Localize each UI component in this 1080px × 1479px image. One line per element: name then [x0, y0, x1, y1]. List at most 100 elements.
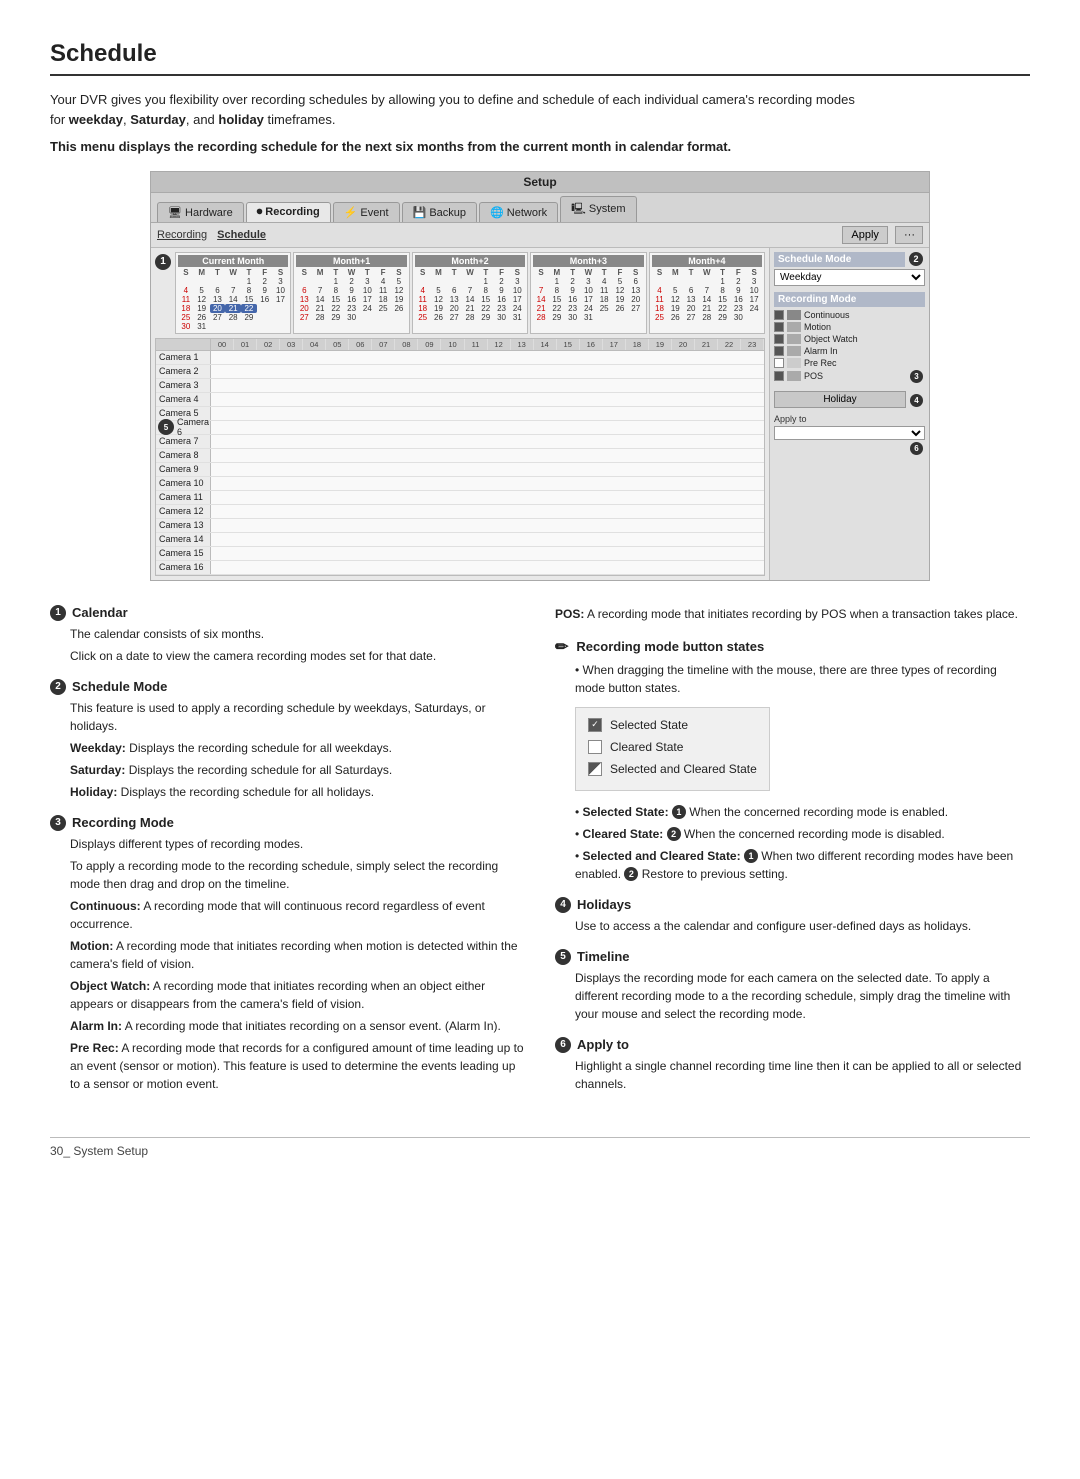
rec-mode-object-watch: Object Watch: [774, 334, 925, 344]
rec-checkbox-pos[interactable]: [774, 371, 784, 381]
timeline-bar-1[interactable]: [211, 351, 764, 364]
state-row-cleared: Cleared State: [588, 738, 757, 756]
camera-row-13[interactable]: Camera 13: [156, 519, 764, 533]
camera-row-6[interactable]: 5 Camera 6: [156, 421, 764, 435]
sub-link-recording[interactable]: Recording: [157, 229, 207, 241]
section-holidays: 4 Holidays Use to access a the calendar …: [555, 897, 1030, 935]
badge-recording-mode: 3: [50, 815, 66, 831]
camera-label-3: Camera 3: [156, 379, 211, 392]
timeline-bar-7[interactable]: [211, 435, 764, 448]
setup-sub-bar: Recording Schedule Apply ···: [151, 223, 929, 248]
section-title-recording-mode: Recording Mode: [72, 815, 174, 830]
inline-badge-2: 2: [667, 827, 681, 841]
inline-badge-4: 2: [624, 867, 638, 881]
badge-schedule-mode: 2: [50, 679, 66, 695]
mini-cal-3[interactable]: Month+2 SMTWTFS 123 45678910 11121314151…: [412, 252, 528, 334]
hour-08: 08: [395, 339, 418, 350]
inline-badge-1: 1: [672, 805, 686, 819]
timeline-bar-3[interactable]: [211, 379, 764, 392]
tab-recording[interactable]: ⏺ Recording: [246, 202, 331, 222]
camera-row-5[interactable]: Camera 5: [156, 407, 764, 421]
camera-label-10: Camera 10: [156, 477, 211, 490]
tab-system[interactable]: 🖳 System: [560, 196, 636, 222]
timeline-bar-16[interactable]: [211, 561, 764, 574]
rec-checkbox-alarm-in[interactable]: [774, 346, 784, 356]
rec-checkbox-continuous[interactable]: [774, 310, 784, 320]
tab-backup[interactable]: 💾 Backup: [402, 202, 477, 222]
timeline-bar-2[interactable]: [211, 365, 764, 378]
tab-hardware[interactable]: 🖥 Hardware: [157, 202, 244, 222]
hour-00: 00: [211, 339, 234, 350]
holiday-button[interactable]: Holiday: [774, 391, 906, 408]
rec-label-object-watch: Object Watch: [804, 334, 858, 344]
apply-button[interactable]: Apply: [842, 226, 888, 244]
tab-network[interactable]: 🌐 Network: [479, 202, 558, 222]
hour-10: 10: [441, 339, 464, 350]
section-heading-timeline: 5 Timeline: [555, 949, 1030, 965]
camera-row-8[interactable]: Camera 8: [156, 449, 764, 463]
timeline-bar-14[interactable]: [211, 533, 764, 546]
hour-02: 02: [257, 339, 280, 350]
mini-cal-5-header: Month+4: [652, 255, 762, 267]
mini-cal-3-header: Month+2: [415, 255, 525, 267]
mini-cal-4[interactable]: Month+3 SMTWTFS 123456 78910111213 14151…: [530, 252, 646, 334]
hour-16: 16: [580, 339, 603, 350]
ok-button[interactable]: ···: [895, 226, 923, 244]
camera-row-15[interactable]: Camera 15: [156, 547, 764, 561]
camera-row-14[interactable]: Camera 14: [156, 533, 764, 547]
content-right: POS: A recording mode that initiates rec…: [555, 605, 1030, 1107]
hour-14: 14: [534, 339, 557, 350]
timeline-bar-9[interactable]: [211, 463, 764, 476]
rec-checkbox-pre-rec[interactable]: [774, 358, 784, 368]
timeline-bar-11[interactable]: [211, 491, 764, 504]
rec-label-pre-rec: Pre Rec: [804, 358, 837, 368]
schedule-mode-select[interactable]: Weekday Saturday Holiday: [774, 269, 925, 286]
tab-event[interactable]: ⚡ Event: [333, 202, 400, 222]
timeline-bar-15[interactable]: [211, 547, 764, 560]
camera-row-4[interactable]: Camera 4: [156, 393, 764, 407]
badge-calendar: 1: [50, 605, 66, 621]
hour-15: 15: [557, 339, 580, 350]
setup-left-panel: 1 Current Month SMTWTFS 123 45678910 111…: [151, 248, 769, 580]
timeline-bar-6[interactable]: [211, 421, 764, 434]
setup-main: 1 Current Month SMTWTFS 123 45678910 111…: [151, 248, 929, 580]
hour-13: 13: [511, 339, 534, 350]
hour-01: 01: [234, 339, 257, 350]
hour-04: 04: [303, 339, 326, 350]
camera-row-7[interactable]: Camera 7: [156, 435, 764, 449]
mini-cal-1-header: Current Month: [178, 255, 288, 267]
mini-cal-5[interactable]: Month+4 SMTWTFS 123 45678910 11121314151…: [649, 252, 765, 334]
section-body-holidays: Use to access a the calendar and configu…: [555, 917, 1030, 935]
camera-row-16[interactable]: Camera 16: [156, 561, 764, 575]
apply-to-select[interactable]: [774, 426, 925, 440]
timeline-bar-13[interactable]: [211, 519, 764, 532]
timeline-bar-8[interactable]: [211, 449, 764, 462]
timeline-label-col-header: [156, 339, 211, 350]
camera-row-1[interactable]: Camera 1: [156, 351, 764, 365]
apply-to-label: Apply to: [774, 414, 925, 424]
state-row-selected: ✓ Selected State: [588, 716, 757, 734]
sub-link-schedule[interactable]: Schedule: [217, 229, 266, 241]
section-body-pos: POS: A recording mode that initiates rec…: [555, 605, 1030, 623]
timeline-bar-4[interactable]: [211, 393, 764, 406]
camera-row-9[interactable]: Camera 9: [156, 463, 764, 477]
camera-row-11[interactable]: Camera 11: [156, 491, 764, 505]
rec-icon-pos: [787, 371, 801, 381]
timeline-bar-12[interactable]: [211, 505, 764, 518]
timeline-bar-10[interactable]: [211, 477, 764, 490]
footer: 30_ System Setup: [50, 1137, 1030, 1158]
camera-row-12[interactable]: Camera 12: [156, 505, 764, 519]
camera-row-10[interactable]: Camera 10: [156, 477, 764, 491]
mini-cal-2[interactable]: Month+1 SMTWTFS 12345 6789101112 1314151…: [293, 252, 409, 334]
rec-checkbox-object-watch[interactable]: [774, 334, 784, 344]
camera-row-2[interactable]: Camera 2: [156, 365, 764, 379]
badge-3: 3: [910, 370, 923, 383]
camera-label-11: Camera 11: [156, 491, 211, 504]
mini-cal-1[interactable]: Current Month SMTWTFS 123 45678910 11121…: [175, 252, 291, 334]
rec-checkbox-motion[interactable]: [774, 322, 784, 332]
section-title-timeline: Timeline: [577, 949, 630, 964]
mini-cal-2-header: Month+1: [296, 255, 406, 267]
camera-row-3[interactable]: Camera 3: [156, 379, 764, 393]
rec-mode-alarm-in: Alarm In: [774, 346, 925, 356]
timeline-bar-5[interactable]: [211, 407, 764, 420]
